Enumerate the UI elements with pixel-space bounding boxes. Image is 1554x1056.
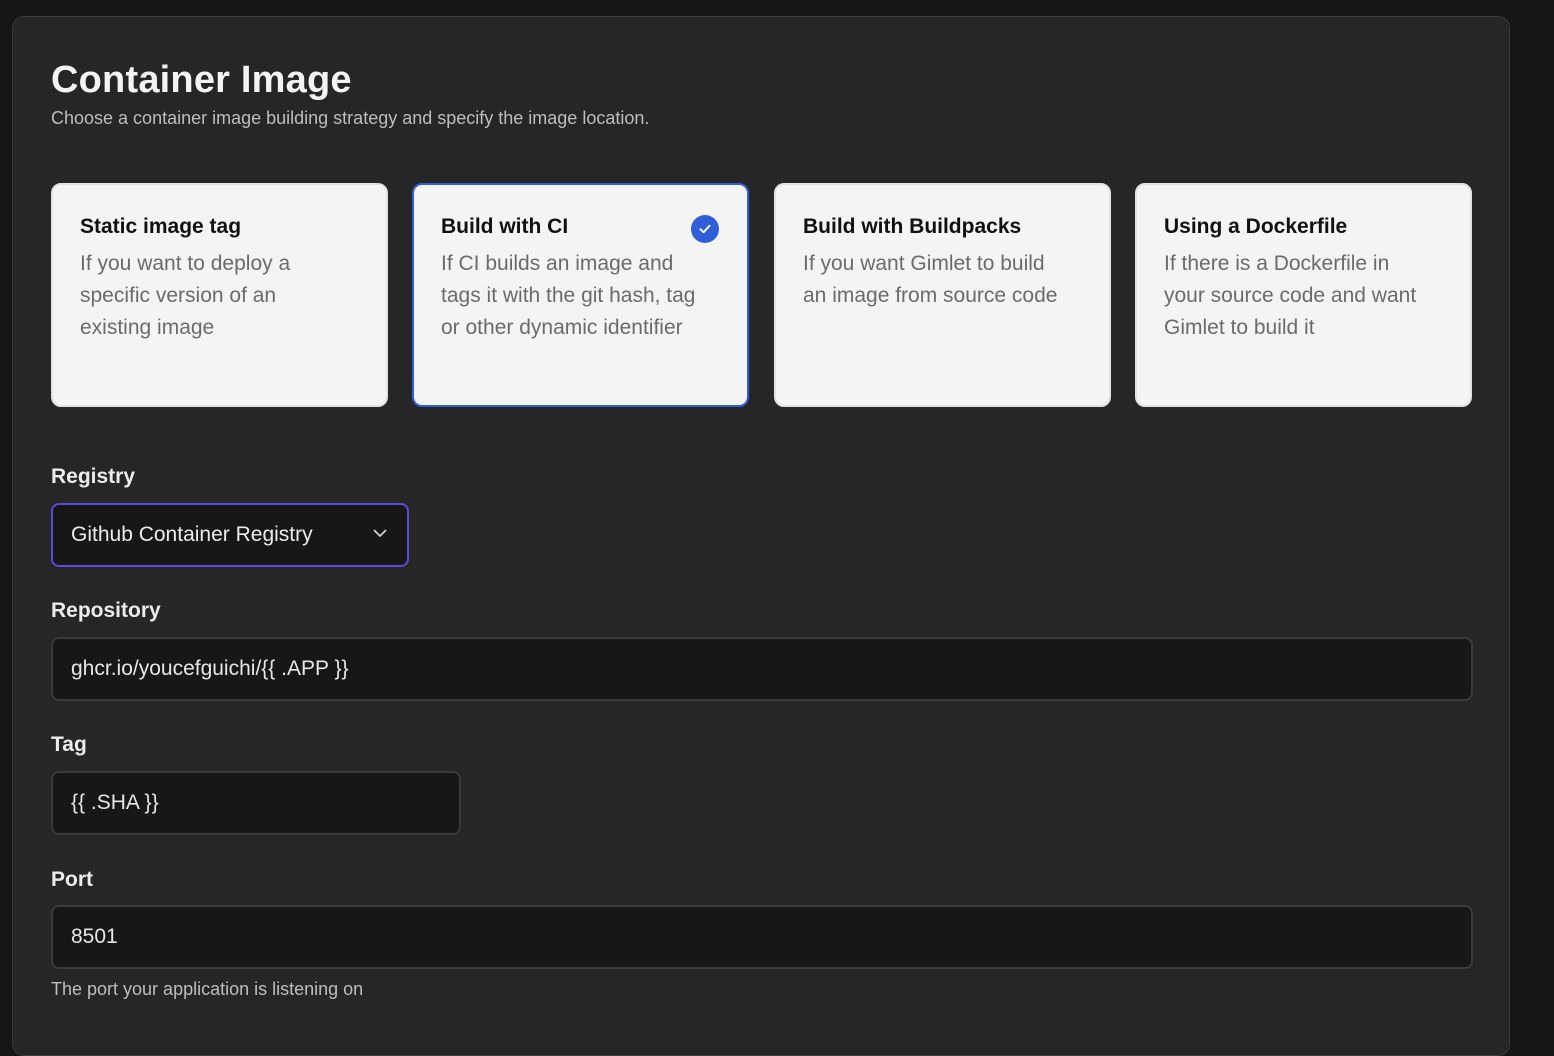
strategy-card-description: If you want Gimlet to build an image fro… <box>803 252 1058 307</box>
page-title: Container Image <box>51 59 352 101</box>
check-circle-icon <box>691 215 719 243</box>
port-help-text: The port your application is listening o… <box>51 979 364 999</box>
page-subtitle: Choose a container image building strate… <box>51 108 650 128</box>
strategy-card-description: If you want to deploy a specific version… <box>80 252 291 339</box>
registry-label: Registry <box>51 465 136 488</box>
registry-select[interactable]: Github Container Registry <box>51 503 409 567</box>
strategy-card-title: Using a Dockerfile <box>1164 215 1348 238</box>
strategy-card-title: Build with Buildpacks <box>803 215 1022 238</box>
strategy-card-title: Build with CI <box>441 215 569 238</box>
strategy-card-build-with-ci[interactable]: Build with CI If CI builds an image and … <box>412 183 749 407</box>
container-image-panel: Container Image Choose a container image… <box>12 16 1510 1056</box>
tag-label: Tag <box>51 733 87 756</box>
port-label: Port <box>51 868 93 891</box>
strategy-card-build-with-buildpacks[interactable]: Build with Buildpacks If you want Gimlet… <box>774 183 1111 407</box>
strategy-card-description: If CI builds an image and tags it with t… <box>441 252 696 339</box>
strategy-card-title: Static image tag <box>80 215 242 238</box>
chevron-down-icon <box>371 524 389 547</box>
strategy-card-description: If there is a Dockerfile in your source … <box>1164 252 1417 339</box>
strategy-card-using-a-dockerfile[interactable]: Using a Dockerfile If there is a Dockerf… <box>1135 183 1472 407</box>
repository-label: Repository <box>51 599 161 622</box>
strategy-cards: Static image tag If you want to deploy a… <box>51 183 1473 407</box>
registry-select-value: Github Container Registry <box>71 523 313 546</box>
repository-input[interactable]: ghcr.io/youcefguichi/{{ .APP }} <box>51 637 1473 701</box>
strategy-card-static-image-tag[interactable]: Static image tag If you want to deploy a… <box>51 183 388 407</box>
tag-input[interactable]: {{ .SHA }} <box>51 771 461 835</box>
port-input[interactable]: 8501 <box>51 905 1473 969</box>
